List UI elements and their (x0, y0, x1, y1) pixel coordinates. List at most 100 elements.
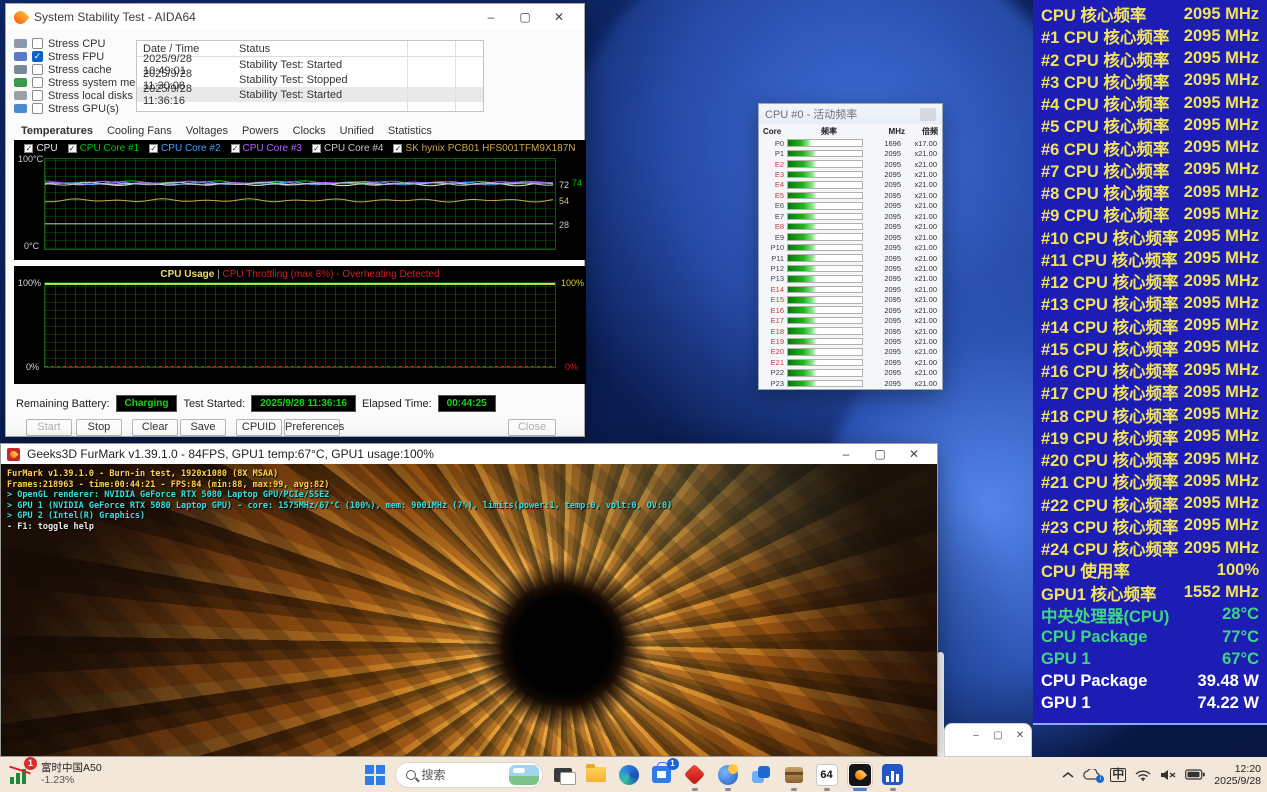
sensor-label: #12 CPU 核心频率 (1041, 269, 1179, 293)
temp-value-label: 28 (559, 220, 569, 230)
core-frequency-fill (788, 370, 816, 376)
temperature-chart: ✓CPU ✓CPU Core #1 ✓CPU Core #2 ✓CPU Core #3… (14, 140, 586, 260)
aida64-title: System Stability Test - AIDA64 (34, 10, 467, 24)
core-label: E8 (763, 222, 787, 231)
minimize-icon[interactable]: – (829, 445, 863, 463)
checkbox[interactable]: ✓ (32, 51, 43, 62)
volume-muted-icon[interactable] (1160, 769, 1176, 781)
sensor-row: #11 CPU 核心频率2095 MHz (1041, 248, 1259, 270)
checkbox[interactable]: ✓ (231, 144, 240, 153)
running-indicator (791, 788, 797, 791)
tab-statistics[interactable]: Statistics (381, 123, 439, 139)
ime-indicator[interactable]: 中 (1110, 768, 1126, 782)
wifi-icon[interactable] (1135, 769, 1151, 781)
close-icon[interactable]: ✕ (897, 445, 931, 463)
search-input[interactable]: 搜索 (395, 762, 543, 788)
taskbar-app-blue-sphere-app[interactable] (715, 762, 741, 788)
tab-cooling-fans[interactable]: Cooling Fans (100, 123, 179, 139)
stress-option[interactable]: Stress system memo (14, 76, 151, 89)
sensor-row: #13 CPU 核心频率2095 MHz (1041, 292, 1259, 314)
core-frequency-fill (788, 276, 816, 282)
stress-option[interactable]: ✓Stress FPU (14, 50, 151, 63)
taskbar-app-package-app[interactable] (781, 762, 807, 788)
sensor-row: #22 CPU 核心频率2095 MHz (1041, 493, 1259, 515)
preferences-button[interactable]: Preferences (284, 419, 340, 436)
maximize-icon[interactable]: ▢ (991, 728, 1005, 742)
checkbox[interactable]: ✓ (68, 144, 77, 153)
taskbar-app-task-view[interactable] (550, 762, 576, 788)
minimize-icon[interactable]: – (969, 728, 983, 742)
taskbar-app-start[interactable] (362, 762, 388, 788)
log-row[interactable]: 2025/9/28 11:36:16Stability Test: Starte… (137, 87, 483, 102)
sensor-value: 28°C (1222, 605, 1259, 624)
minimize-icon[interactable]: – (474, 5, 508, 29)
close-icon[interactable]: ✕ (1013, 728, 1027, 742)
tab-temperatures[interactable]: Temperatures (14, 123, 100, 139)
checkbox[interactable] (32, 77, 43, 88)
taskbar-app-monitor-app[interactable] (880, 762, 906, 788)
running-indicator (824, 788, 830, 791)
aida64-icon: 64 (816, 764, 838, 786)
temp-series-SSD (45, 199, 553, 202)
core-frequency-fill (788, 318, 816, 324)
sensor-label: GPU1 核心频率 (1041, 581, 1157, 605)
legend-item[interactable]: ✓SK hynix PCB01 HFS001TFM9X187N (393, 143, 575, 154)
tab-powers[interactable]: Powers (235, 123, 286, 139)
stop-button[interactable]: Stop (76, 419, 122, 436)
clock[interactable]: 12:20 2025/9/28 (1214, 763, 1261, 787)
core-label: E16 (763, 306, 787, 315)
close-icon[interactable] (920, 108, 936, 121)
core-label: E4 (763, 180, 787, 189)
taskbar-app-furmark[interactable] (847, 762, 873, 788)
stress-option[interactable]: Stress CPU (14, 37, 151, 50)
furmark-title: Geeks3D FurMark v1.39.1.0 - 84FPS, GPU1 … (27, 447, 822, 461)
sensor-row: #10 CPU 核心频率2095 MHz (1041, 226, 1259, 248)
checkbox[interactable]: ✓ (149, 144, 158, 153)
battery-charging-icon[interactable] (1185, 769, 1205, 780)
taskbar-app-microsoft-store[interactable]: 1 (649, 762, 675, 788)
taskbar-app-edge[interactable] (616, 762, 642, 788)
checkbox[interactable] (32, 38, 43, 49)
maximize-icon[interactable]: ▢ (508, 5, 542, 29)
close-icon[interactable]: ✕ (542, 5, 576, 29)
checkbox[interactable] (32, 103, 43, 114)
core-mhz: 2095 (863, 285, 901, 294)
battery-value: Charging (116, 395, 178, 412)
stress-option[interactable]: Stress GPU(s) (14, 102, 151, 115)
onedrive-cloud-icon[interactable]: i (1083, 769, 1101, 781)
taskbar-app-blue-app[interactable] (748, 762, 774, 788)
taskbar-app-file-explorer[interactable] (583, 762, 609, 788)
taskbar-app-red-diamond-app[interactable] (682, 762, 708, 788)
tab-voltages[interactable]: Voltages (179, 123, 235, 139)
save-button[interactable]: Save (180, 419, 226, 436)
partial-window[interactable]: – ▢ ✕ (944, 723, 1032, 757)
stress-option[interactable]: Stress cache (14, 63, 151, 76)
maximize-icon[interactable]: ▢ (863, 445, 897, 463)
checkbox[interactable] (32, 64, 43, 75)
running-indicator (692, 788, 698, 791)
checkbox[interactable]: ✓ (312, 144, 321, 153)
clear-button[interactable]: Clear (132, 419, 178, 436)
aida64-titlebar[interactable]: System Stability Test - AIDA64 – ▢ ✕ (6, 4, 584, 30)
tray-chevron-up-icon[interactable] (1062, 771, 1074, 779)
checkbox[interactable]: ✓ (24, 144, 33, 153)
cpuid-button[interactable]: CPUID (236, 419, 282, 436)
stress-option[interactable]: Stress local disks (14, 89, 151, 102)
core-multiplier: x21.00 (901, 347, 937, 356)
core-label: P13 (763, 274, 787, 283)
legend-item[interactable]: ✓CPU Core #1 (68, 143, 139, 154)
widgets-button[interactable]: 1 富时中国A50 -1.23% (8, 760, 102, 787)
log-col-status[interactable]: Status (235, 43, 483, 55)
legend-item[interactable]: ✓CPU Core #2 (149, 143, 220, 154)
legend-item[interactable]: ✓CPU (24, 143, 57, 154)
furmark-titlebar[interactable]: Geeks3D FurMark v1.39.1.0 - 84FPS, GPU1 … (1, 444, 937, 464)
taskbar-app-aida64[interactable]: 64 (814, 762, 840, 788)
tab-clocks[interactable]: Clocks (286, 123, 333, 139)
legend-item[interactable]: ✓CPU Core #3 (231, 143, 302, 154)
checkbox[interactable] (32, 90, 43, 101)
cpu-window-titlebar[interactable]: CPU #0 - 活动频率 (759, 104, 942, 124)
checkbox[interactable]: ✓ (393, 144, 402, 153)
legend-item[interactable]: ✓CPU Core #4 (312, 143, 383, 154)
temp-legend: ✓CPU ✓CPU Core #1 ✓CPU Core #2 ✓CPU Core #3… (14, 143, 586, 154)
tab-unified[interactable]: Unified (333, 123, 381, 139)
